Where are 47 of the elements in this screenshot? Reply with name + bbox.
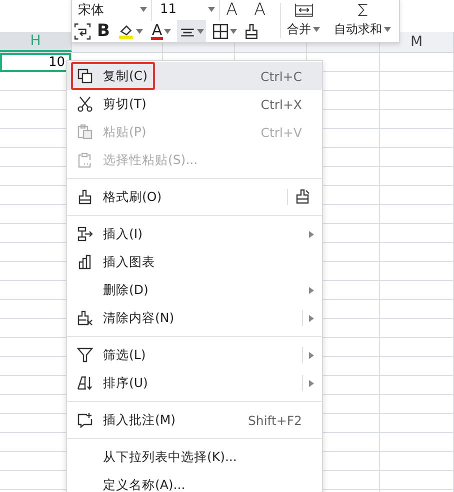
- borders-icon: [212, 22, 229, 40]
- brush-icon[interactable]: [294, 188, 312, 206]
- fill-color-icon: [118, 22, 135, 40]
- comment-icon: [77, 412, 93, 428]
- align-button[interactable]: [176, 20, 206, 42]
- menu-item[interactable]: 剪切(T) Ctrl+X: [67, 90, 322, 118]
- font-color-button[interactable]: A: [148, 20, 173, 42]
- shortcut-label: Ctrl+X: [260, 96, 302, 112]
- submenu-arrow-icon: [309, 380, 314, 386]
- font-name-dropdown[interactable]: 宋体: [74, 0, 152, 20]
- insert-icon: [77, 226, 93, 242]
- scissors-icon: [77, 96, 93, 112]
- menu-item[interactable]: 插入图表: [67, 248, 322, 276]
- wrap-icon[interactable]: [74, 22, 91, 40]
- submenu-arrow-icon: [309, 230, 314, 238]
- menu-item[interactable]: 复制(C) Ctrl+C: [67, 62, 322, 90]
- menu-item[interactable]: 插入(I): [67, 220, 322, 248]
- clipboard-icon: [77, 152, 93, 168]
- menu-item[interactable]: 删除(D): [67, 276, 322, 304]
- menu-item[interactable]: 筛选(L): [67, 341, 322, 369]
- shrink-font-button[interactable]: A: [252, 0, 276, 20]
- filter-icon: [77, 347, 93, 363]
- brush-icon: [77, 189, 93, 205]
- shortcut-label: Ctrl+C: [260, 68, 302, 84]
- merge-button[interactable]: 合并: [285, 3, 322, 38]
- submenu-arrow-icon: [309, 286, 314, 294]
- menu-item[interactable]: 格式刷(O): [67, 183, 322, 211]
- menu-item[interactable]: 定义名称(A)...: [67, 471, 322, 492]
- bar-chart-icon: [77, 254, 93, 270]
- sort-icon: [77, 375, 93, 391]
- grow-font-button[interactable]: A: [224, 0, 248, 20]
- menu-item[interactable]: 排序(U): [67, 369, 322, 397]
- caret-icon: [208, 7, 215, 12]
- submenu-arrow-icon: [309, 314, 314, 322]
- shortcut-label: Shift+F2: [248, 412, 302, 428]
- menu-item[interactable]: 从下拉列表中选择(K)...: [67, 443, 322, 471]
- bold-button[interactable]: B: [95, 20, 112, 42]
- eraser-icon: [77, 310, 93, 326]
- caret-icon: [140, 7, 147, 12]
- menu-item[interactable]: 插入批注(M) Shift+F2: [67, 406, 322, 434]
- menu-item[interactable]: 清除内容(N): [67, 304, 322, 332]
- active-cell[interactable]: 10: [0, 53, 71, 72]
- brush-icon[interactable]: [242, 22, 260, 40]
- clipboard-icon: [77, 124, 93, 140]
- shortcut-label: Ctrl+V: [260, 124, 302, 140]
- copy-icon: [77, 68, 93, 84]
- submenu-arrow-icon: [309, 352, 314, 358]
